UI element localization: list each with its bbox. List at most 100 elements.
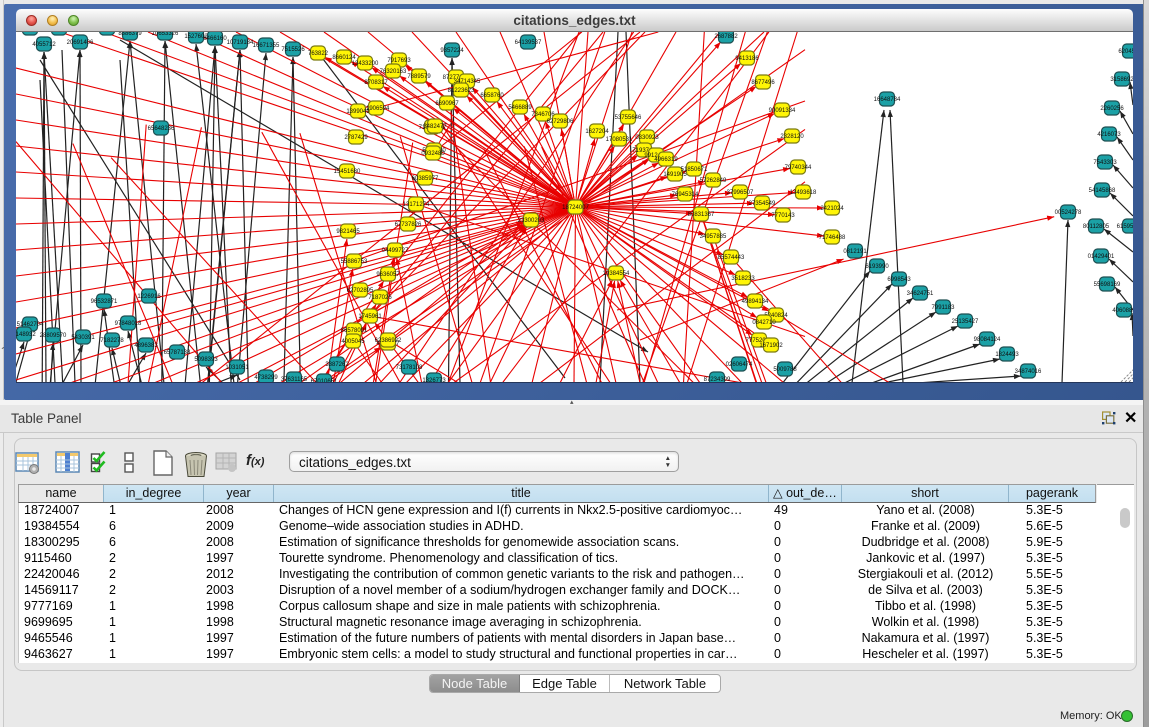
svg-text:1824493: 1824493 <box>995 352 1019 358</box>
svg-text:02606474: 02606474 <box>726 362 753 368</box>
svg-text:15451680: 15451680 <box>334 169 361 175</box>
svg-text:20691406: 20691406 <box>67 40 94 46</box>
svg-text:7515526: 7515526 <box>281 47 305 53</box>
svg-text:76945314: 76945314 <box>672 192 699 198</box>
svg-text:1399049: 1399049 <box>346 109 370 115</box>
svg-text:76320163: 76320163 <box>380 69 407 75</box>
svg-text:55886753: 55886753 <box>341 259 368 265</box>
svg-text:53755646: 53755646 <box>615 115 642 121</box>
svg-text:7182278: 7182278 <box>100 338 124 344</box>
svg-text:6998543: 6998543 <box>887 277 911 283</box>
svg-text:13433200: 13433200 <box>352 61 379 67</box>
svg-text:28809570: 28809570 <box>40 333 67 339</box>
svg-text:81223623: 81223623 <box>448 88 475 94</box>
svg-text:54145868: 54145868 <box>1089 188 1116 194</box>
svg-text:8386379: 8386379 <box>118 32 142 37</box>
svg-text:4738299: 4738299 <box>254 375 278 381</box>
svg-text:17080531: 17080531 <box>606 137 633 143</box>
svg-text:9357224: 9357224 <box>440 48 464 54</box>
svg-text:57262849: 57262849 <box>700 178 727 184</box>
svg-text:10653326: 10653326 <box>152 32 179 37</box>
svg-text:4966319: 4966319 <box>654 157 678 163</box>
svg-text:34957885: 34957885 <box>700 234 727 240</box>
svg-text:2687882: 2687882 <box>714 34 738 40</box>
svg-text:4896383: 4896383 <box>134 343 158 349</box>
svg-text:2328120: 2328120 <box>780 134 804 140</box>
svg-text:61595148: 61595148 <box>1117 224 1133 230</box>
svg-text:96532871: 96532871 <box>91 299 118 305</box>
svg-text:763822: 763822 <box>308 51 329 57</box>
svg-text:10719184: 10719184 <box>227 40 254 46</box>
svg-text:23300203: 23300203 <box>518 218 545 224</box>
svg-text:2421024: 2421024 <box>820 206 844 212</box>
svg-text:87234309: 87234309 <box>704 377 731 383</box>
svg-text:3158692: 3158692 <box>1110 77 1133 83</box>
svg-text:0842710: 0842710 <box>752 320 776 326</box>
svg-text:8677496: 8677496 <box>751 80 775 86</box>
svg-text:65648236: 65648236 <box>148 126 175 132</box>
svg-text:37631165: 37631165 <box>281 377 308 383</box>
svg-text:16671355: 16671355 <box>253 43 280 49</box>
svg-text:9413186: 9413186 <box>735 56 759 62</box>
svg-text:7346706: 7346706 <box>531 112 555 118</box>
svg-text:97848018: 97848018 <box>115 321 142 327</box>
svg-text:04499727: 04499727 <box>382 248 409 254</box>
svg-text:80831367: 80831367 <box>688 212 715 218</box>
svg-text:2260256: 2260256 <box>1100 106 1124 112</box>
svg-text:7187026: 7187026 <box>368 295 392 301</box>
svg-text:51850671: 51850671 <box>681 167 708 173</box>
svg-text:6193990: 6193990 <box>865 264 889 270</box>
svg-text:1671902: 1671902 <box>759 343 783 349</box>
svg-text:85574443: 85574443 <box>718 255 745 261</box>
svg-text:65787133: 65787133 <box>164 350 191 356</box>
svg-text:7991183: 7991183 <box>932 305 956 311</box>
svg-text:01429401: 01429401 <box>1088 254 1115 260</box>
svg-text:6466160: 6466160 <box>203 36 227 42</box>
svg-text:5009788: 5009788 <box>773 367 797 373</box>
svg-text:79740344: 79740344 <box>785 165 812 171</box>
svg-text:71746488: 71746488 <box>819 235 846 241</box>
svg-text:4060883: 4060883 <box>1112 308 1133 314</box>
svg-text:0812191: 0812191 <box>843 249 867 255</box>
svg-text:86578091: 86578091 <box>341 328 368 334</box>
svg-text:13493618: 13493618 <box>790 190 817 196</box>
svg-text:60385977: 60385977 <box>412 176 439 182</box>
svg-text:64139537: 64139537 <box>515 40 542 46</box>
svg-text:8148932: 8148932 <box>16 332 36 338</box>
svg-text:37996507: 37996507 <box>727 190 754 196</box>
svg-text:16648784: 16648784 <box>874 97 901 103</box>
svg-text:1627204: 1627204 <box>585 129 609 135</box>
svg-text:6658760: 6658760 <box>480 93 504 99</box>
svg-text:4216073: 4216073 <box>1097 132 1121 138</box>
svg-text:55698169: 55698169 <box>1094 282 1121 288</box>
svg-text:62729806: 62729806 <box>547 119 574 125</box>
svg-text:0330923: 0330923 <box>635 135 659 141</box>
svg-text:4005045: 4005045 <box>341 339 365 345</box>
svg-text:1745961: 1745961 <box>358 314 382 320</box>
svg-text:5430391: 5430391 <box>71 335 95 341</box>
svg-text:6690967: 6690967 <box>435 101 459 107</box>
svg-text:34874016: 34874016 <box>1015 369 1042 375</box>
svg-text:27354549: 27354549 <box>749 201 776 207</box>
svg-text:5098393: 5098393 <box>194 357 218 363</box>
svg-text:13171274: 13171274 <box>403 202 430 208</box>
svg-text:99091334: 99091334 <box>769 108 796 114</box>
svg-text:1031051: 1031051 <box>225 365 249 371</box>
svg-text:00524278: 00524278 <box>1055 210 1082 216</box>
svg-text:1226916: 1226916 <box>137 294 161 300</box>
svg-text:9636057: 9636057 <box>376 272 400 278</box>
svg-text:62702895: 62702895 <box>347 288 374 294</box>
svg-text:25135427: 25135427 <box>952 319 979 325</box>
svg-text:98084124: 98084124 <box>974 337 1001 343</box>
svg-text:7543303: 7543303 <box>1093 160 1117 166</box>
svg-text:7917693: 7917693 <box>387 58 411 64</box>
svg-text:49894134: 49894134 <box>742 299 769 305</box>
svg-text:4055712: 4055712 <box>32 42 56 48</box>
svg-text:34624751: 34624751 <box>907 291 934 297</box>
svg-text:7770143: 7770143 <box>771 213 795 219</box>
svg-text:73178108: 73178108 <box>396 365 423 371</box>
svg-text:1326773: 1326773 <box>422 378 446 383</box>
svg-text:67010651: 67010651 <box>311 379 338 383</box>
svg-text:6204505: 6204505 <box>1118 49 1133 55</box>
svg-text:2787429: 2787429 <box>344 135 368 141</box>
